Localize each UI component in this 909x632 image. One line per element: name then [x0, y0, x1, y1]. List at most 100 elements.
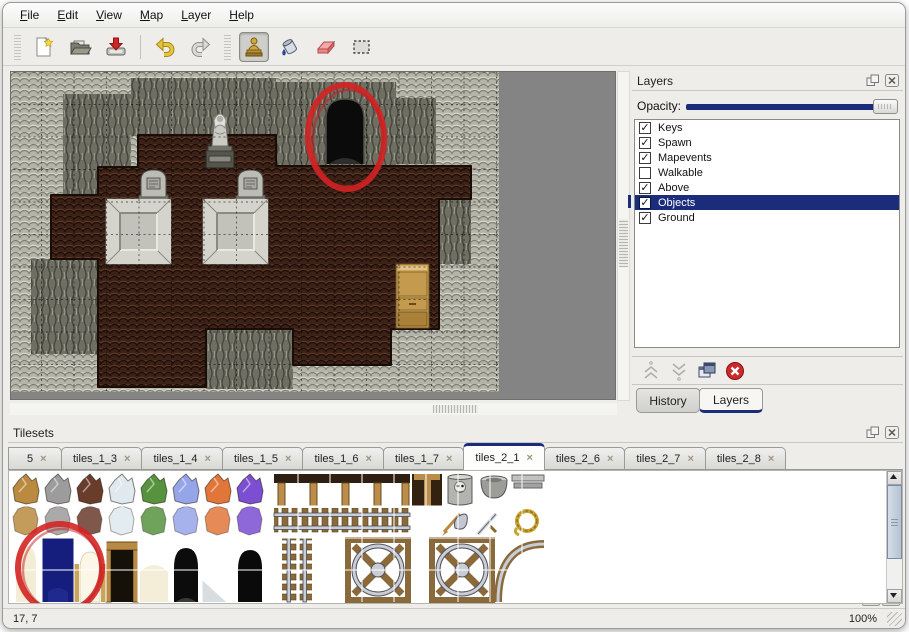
tab-close-icon[interactable]: ×	[526, 452, 532, 464]
layer-checkbox-keys[interactable]: ✓	[639, 122, 651, 134]
scroll-down-button[interactable]	[887, 589, 902, 603]
close-panel-button[interactable]	[884, 74, 899, 88]
sword-tile[interactable]	[478, 514, 496, 534]
layer-checkbox-ground[interactable]: ✓	[639, 212, 651, 224]
curved-track-tile[interactable]	[498, 544, 544, 602]
menu-bar: FileEditViewMapLayerHelp	[3, 3, 905, 28]
scroll-up-button[interactable]	[887, 471, 902, 485]
menu-file[interactable]: File	[11, 4, 48, 26]
map-horizontal-scrollbar[interactable]	[10, 403, 617, 415]
menu-help[interactable]: Help	[220, 4, 263, 26]
tab-close-icon[interactable]: ×	[40, 453, 46, 465]
undo-button[interactable]	[150, 32, 180, 62]
dock-tabs: HistoryLayers	[636, 388, 762, 413]
toolbar-grip[interactable]	[224, 34, 231, 60]
tab-close-icon[interactable]: ×	[205, 453, 211, 465]
duplicate-layer-button[interactable]	[693, 358, 721, 384]
tileset-wood-tiles[interactable]	[274, 474, 442, 506]
tileset-tiles[interactable]	[10, 472, 870, 603]
layer-row-above[interactable]: ✓Above	[635, 180, 899, 195]
tilesets-panel: Tilesets 5×tiles_1_3×tiles_1_4×tiles_1_5…	[8, 423, 903, 608]
splitter-handle[interactable]	[628, 195, 631, 208]
tab-close-icon[interactable]: ×	[366, 453, 372, 465]
float-panel-button[interactable]	[865, 426, 880, 440]
float-panel-button[interactable]	[865, 74, 880, 88]
menu-view[interactable]: View	[87, 4, 131, 26]
layer-row-mapevents[interactable]: ✓ Mapevents	[635, 150, 899, 165]
layer-checkbox-mapevents[interactable]: ✓	[639, 152, 651, 164]
save-file-button[interactable]	[101, 32, 131, 62]
move-layer-down-button[interactable]	[665, 358, 693, 384]
layer-checkbox-walkable[interactable]	[639, 167, 651, 179]
fill-tool-icon	[278, 35, 302, 59]
opacity-slider[interactable]	[686, 98, 898, 115]
map-canvas[interactable]	[10, 71, 616, 400]
stamp-tool-button[interactable]	[239, 32, 269, 62]
layer-checkbox-spawn[interactable]: ✓	[639, 137, 651, 149]
menu-edit[interactable]: Edit	[48, 4, 87, 26]
tileset-tab-5[interactable]: 5×	[8, 447, 62, 469]
tab-close-icon[interactable]: ×	[687, 453, 693, 465]
move-layer-up-button[interactable]	[637, 358, 665, 384]
duplicate-layer-icon	[696, 360, 718, 382]
tileset-tab-tiles_1_7[interactable]: tiles_1_7×	[383, 447, 464, 469]
ledge-tile[interactable]	[512, 475, 544, 488]
map-vertical-scrollbar[interactable]	[617, 71, 630, 401]
tab-close-icon[interactable]: ×	[124, 453, 130, 465]
shovel-tile[interactable]	[442, 514, 467, 536]
dock-tab-history[interactable]: History	[636, 388, 700, 413]
toolbar-grip[interactable]	[14, 34, 21, 60]
delete-layer-button[interactable]	[721, 358, 749, 384]
pot-tile[interactable]	[481, 476, 507, 498]
opacity-row: Opacity:	[632, 96, 903, 116]
layer-row-ground[interactable]: ✓Ground	[635, 210, 899, 225]
layer-row-objects[interactable]: ✓Objects	[635, 195, 899, 210]
dock-tab-layers[interactable]: Layers	[699, 388, 763, 413]
layer-row-spawn[interactable]: ✓Spawn	[635, 135, 899, 150]
tileset-tab-tiles_2_7[interactable]: tiles_2_7 ×	[624, 447, 705, 469]
new-file-button[interactable]	[29, 32, 59, 62]
arrow-down-icon	[889, 591, 898, 599]
eraser-tool-button[interactable]	[311, 32, 341, 62]
tab-close-icon[interactable]: ×	[446, 453, 452, 465]
tab-close-icon[interactable]: ×	[285, 453, 291, 465]
map-horizontal-scroll-thumb[interactable]	[433, 405, 478, 413]
opacity-slider-handle[interactable]	[873, 99, 898, 114]
tab-close-icon[interactable]: ×	[607, 453, 613, 465]
layer-label: Keys	[658, 122, 682, 134]
tab-close-icon[interactable]: ×	[768, 453, 774, 465]
tileset-scroll-thumb[interactable]	[887, 485, 902, 559]
tileset-tab-tiles_1_3[interactable]: tiles_1_3×	[61, 447, 142, 469]
menu-layer[interactable]: Layer	[172, 4, 220, 26]
fill-tool-button[interactable]	[275, 32, 305, 62]
rope-tile[interactable]	[515, 511, 537, 535]
tileset-tab-tiles_1_5[interactable]: tiles_1_5×	[222, 447, 303, 469]
open-file-button[interactable]	[65, 32, 95, 62]
tileset-tab-tiles_2_8[interactable]: tiles_2_8×	[705, 447, 786, 469]
layer-row-keys[interactable]: ✓ Keys	[635, 120, 899, 135]
redo-button[interactable]	[186, 32, 216, 62]
tileset-tab-tiles_2_1[interactable]: tiles_2_1×	[463, 443, 544, 470]
tileset-tab-tiles_1_6[interactable]: tiles_1_6×	[302, 447, 383, 469]
resize-grip[interactable]	[887, 612, 902, 626]
tileset-tab-tiles_2_6[interactable]: tiles_2_6×	[544, 447, 625, 469]
map-vertical-scroll-thumb[interactable]	[619, 219, 628, 267]
skull-pillar-tile[interactable]	[448, 475, 472, 506]
map-scene[interactable]	[11, 72, 617, 401]
track-tiles-horizontal[interactable]	[274, 508, 410, 534]
opacity-slider-track[interactable]	[686, 104, 896, 110]
tileset-vertical-scrollbar[interactable]	[886, 471, 902, 603]
tileset-tab-label: tiles_2_7	[636, 453, 680, 465]
layer-checkbox-objects[interactable]: ✓	[639, 197, 651, 209]
select-tool-button[interactable]	[347, 32, 377, 62]
tileset-tab-tiles_1_4[interactable]: tiles_1_4×	[141, 447, 222, 469]
layer-label: Mapevents	[658, 152, 712, 164]
tileset-tab-label: 5	[27, 453, 33, 465]
layers-panel-title: Layers	[632, 74, 865, 88]
select-tool-icon	[350, 35, 374, 59]
close-panel-button[interactable]	[884, 426, 899, 440]
layer-row-walkable[interactable]: Walkable	[635, 165, 899, 180]
layer-checkbox-above[interactable]: ✓	[639, 182, 651, 194]
tileset-content[interactable]	[8, 470, 903, 604]
menu-map[interactable]: Map	[131, 4, 172, 26]
